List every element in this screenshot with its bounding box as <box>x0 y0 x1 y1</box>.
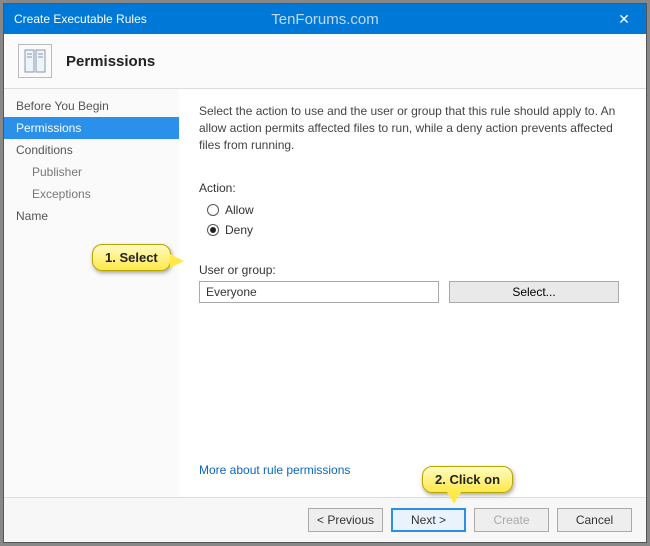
wizard-footer: < Previous Next > Create Cancel <box>4 497 646 542</box>
titlebar: Create Executable Rules TenForums.com ✕ <box>4 4 646 34</box>
select-user-button[interactable]: Select... <box>449 281 619 303</box>
watermark: TenForums.com <box>271 11 379 28</box>
radio-allow[interactable]: Allow <box>207 203 626 217</box>
user-group-field[interactable] <box>199 281 439 303</box>
book-icon <box>22 48 48 74</box>
close-button[interactable]: ✕ <box>602 4 646 34</box>
radio-allow-label: Allow <box>225 203 254 217</box>
sidebar-item-before-you-begin[interactable]: Before You Begin <box>4 95 179 117</box>
wizard-window: Create Executable Rules TenForums.com ✕ … <box>3 3 647 543</box>
cancel-button[interactable]: Cancel <box>557 508 632 532</box>
main-panel: Select the action to use and the user or… <box>179 89 646 497</box>
user-group-row: Select... <box>199 281 626 303</box>
wizard-body: Before You Begin Permissions Conditions … <box>4 89 646 497</box>
radio-icon <box>207 224 219 236</box>
close-icon: ✕ <box>618 11 630 28</box>
sidebar-item-name[interactable]: Name <box>4 205 179 227</box>
annotation-step-2: 2. Click on <box>422 466 513 493</box>
page-title: Permissions <box>66 53 155 70</box>
wizard-header: Permissions <box>4 34 646 89</box>
action-label: Action: <box>199 181 626 195</box>
window-title: Create Executable Rules <box>4 12 147 26</box>
annotation-step-1: 1. Select <box>92 244 171 271</box>
radio-deny-label: Deny <box>225 223 253 237</box>
radio-icon <box>207 204 219 216</box>
description-text: Select the action to use and the user or… <box>199 103 619 153</box>
radio-deny[interactable]: Deny <box>207 223 626 237</box>
user-group-label: User or group: <box>199 263 626 277</box>
create-button: Create <box>474 508 549 532</box>
sidebar-item-conditions[interactable]: Conditions <box>4 139 179 161</box>
previous-button[interactable]: < Previous <box>308 508 383 532</box>
wizard-sidebar: Before You Begin Permissions Conditions … <box>4 89 179 497</box>
more-info-link[interactable]: More about rule permissions <box>199 463 626 477</box>
next-button[interactable]: Next > <box>391 508 466 532</box>
page-icon <box>18 44 52 78</box>
sidebar-item-permissions[interactable]: Permissions <box>4 117 179 139</box>
sidebar-item-exceptions[interactable]: Exceptions <box>4 183 179 205</box>
sidebar-item-publisher[interactable]: Publisher <box>4 161 179 183</box>
